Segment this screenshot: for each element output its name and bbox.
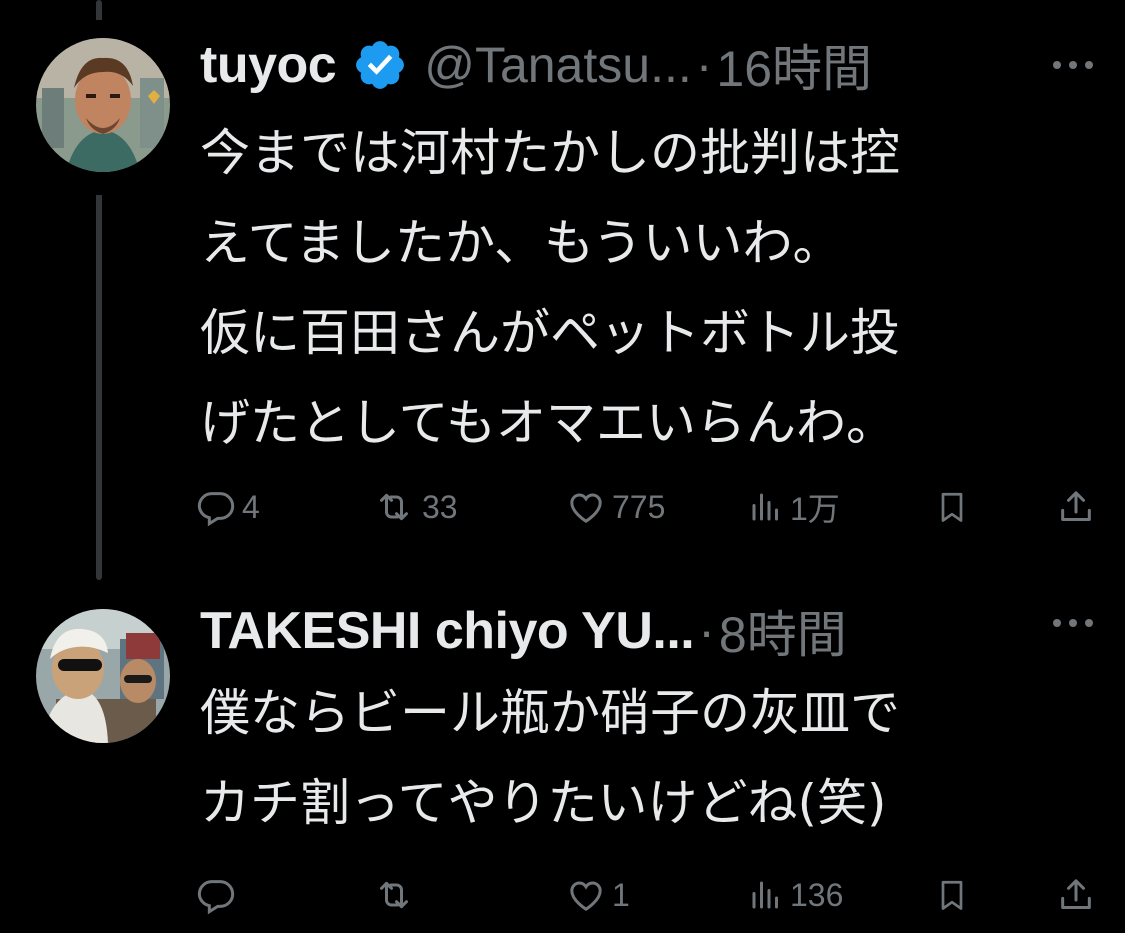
views-icon [752,881,778,909]
tweet-text: 今までは河村たかしの批判は控 えてましたか、もういいわ。 仮に百田さんがペットボ… [200,124,900,452]
tweet-header: TAKESHI chiyo YU... · 8時間 [200,596,847,666]
views-button[interactable]: 1万 [748,482,840,532]
reply-icon [197,492,235,527]
like-icon [570,493,602,523]
repost-button[interactable] [372,870,422,920]
share-button[interactable] [1056,870,1096,920]
share-icon [1061,491,1091,521]
bookmark-button[interactable] [934,482,970,532]
like-icon [570,881,602,911]
timestamp[interactable]: 16時間 [716,29,872,101]
bookmark-button[interactable] [934,870,970,920]
display-name[interactable]: tuyoc [200,35,337,95]
bookmark-icon [941,880,963,910]
more-options-icon[interactable] [1051,55,1095,75]
separator-dot: · [695,37,713,93]
display-name[interactable]: TAKESHI chiyo YU... [200,601,695,661]
tweet[interactable]: TAKESHI chiyo YU... · 8時間 僕ならビール瓶か硝子の灰皿で… [0,580,1125,933]
user-handle[interactable]: @Tanatsu... [424,36,692,94]
reply-icon [197,880,235,915]
reply-button[interactable] [196,870,242,920]
bookmark-icon [941,492,963,522]
tweet[interactable]: tuyoc @Tanatsu... · 16時間 今までは河村たかしの批判は控 … [0,0,1125,580]
reply-count: 4 [242,488,260,525]
like-button[interactable]: 775 [566,482,665,532]
like-button[interactable]: 1 [566,870,630,920]
timestamp[interactable]: 8時間 [719,595,847,667]
separator-dot: · [698,603,715,659]
repost-button[interactable]: 33 [372,482,458,532]
repost-count: 33 [422,488,458,525]
more-options-icon[interactable] [1051,613,1095,633]
views-count: 1万 [790,491,840,527]
avatar[interactable] [36,38,170,172]
tweet-header: tuyoc @Tanatsu... · 16時間 [200,30,872,100]
tweet-actions: 4 33 775 1万 [196,482,1096,532]
views-icon [752,493,778,521]
reply-button[interactable]: 4 [196,482,260,532]
repost-icon [380,881,408,909]
tweet-text: 僕ならビール瓶か硝子の灰皿で カチ割ってやりたいけどね(笑) [200,684,900,832]
views-button[interactable]: 136 [748,870,843,920]
verified-badge-icon [352,37,408,93]
views-count: 136 [790,876,844,913]
share-icon [1061,879,1091,909]
repost-icon [380,493,408,521]
like-count: 775 [612,488,666,525]
share-button[interactable] [1056,482,1096,532]
tweet-actions: 1 136 [196,870,1096,920]
like-count: 1 [612,876,630,913]
avatar[interactable] [36,609,170,743]
